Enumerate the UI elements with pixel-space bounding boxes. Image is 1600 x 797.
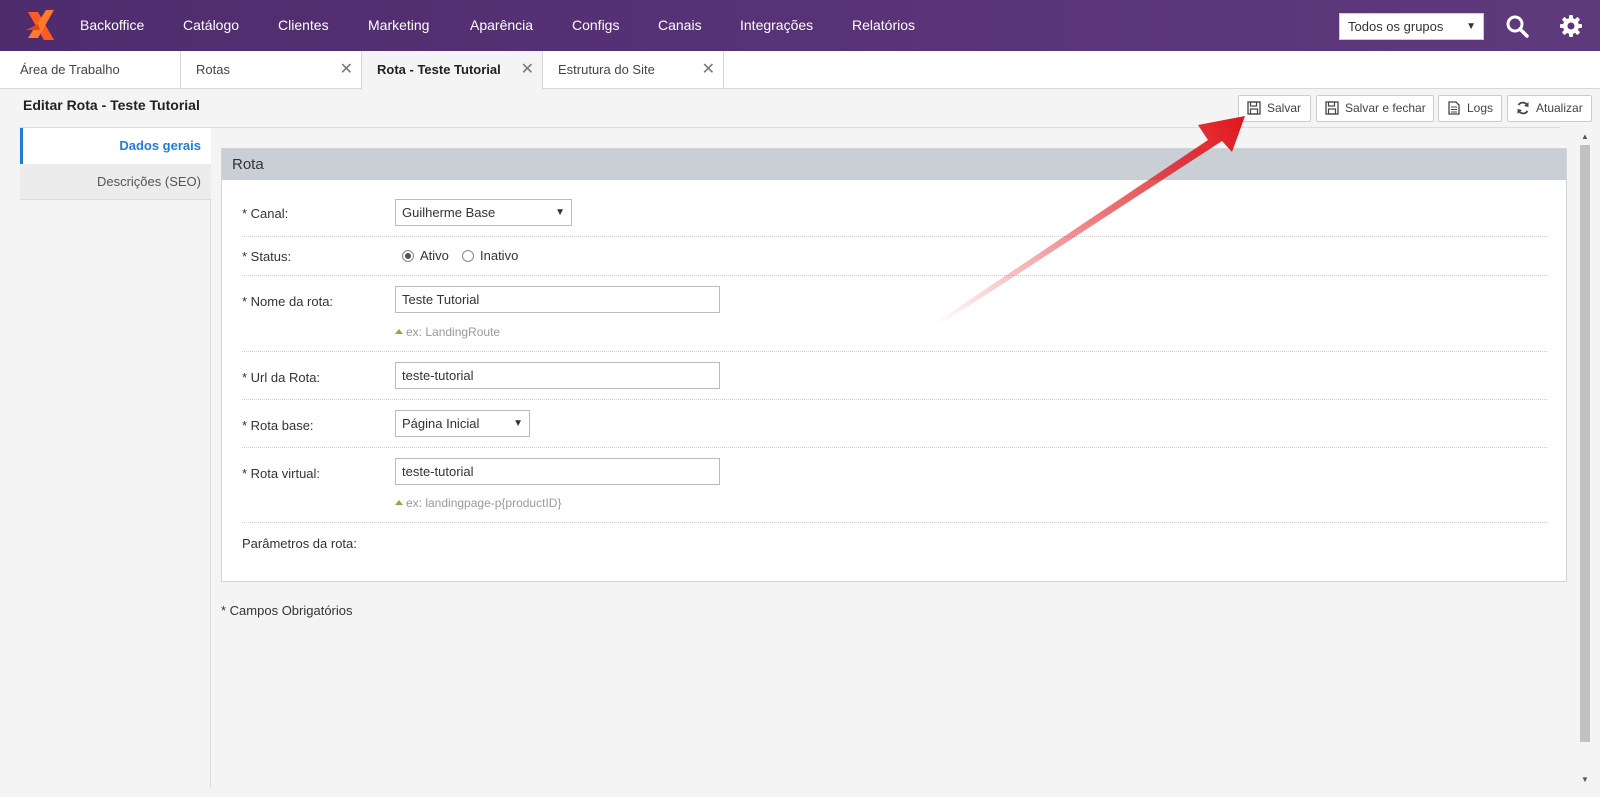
- nome-da-rota-input[interactable]: Teste Tutorial: [395, 286, 720, 313]
- nav-aparencia[interactable]: Aparência: [470, 0, 533, 51]
- nav-canais[interactable]: Canais: [658, 0, 702, 51]
- tab-label: Rota - Teste Tutorial: [377, 62, 501, 77]
- save-and-close-label: Salvar e fechar: [1345, 101, 1426, 115]
- canal-label: * Canal:: [242, 206, 289, 221]
- nome-hint-text: ex: LandingRoute: [406, 325, 501, 339]
- canal-select[interactable]: Guilherme Base ▼: [395, 199, 572, 226]
- tab-rota-teste-tutorial[interactable]: Rota - Teste Tutorial ✕: [361, 51, 543, 90]
- vertical-scrollbar[interactable]: ▲ ▼: [1579, 131, 1591, 786]
- row-divider: [242, 399, 1547, 400]
- header-divider: [20, 127, 1560, 128]
- logo-icon[interactable]: [24, 8, 58, 42]
- hint-caret-icon: [395, 500, 403, 505]
- row-divider: [242, 236, 1547, 237]
- rota-virtual-label: * Rota virtual:: [242, 466, 321, 481]
- nome-hint: ex: LandingRoute: [395, 325, 500, 339]
- floppy-icon: [1325, 101, 1339, 115]
- row-divider: [242, 351, 1547, 352]
- virtual-hint-text: ex: landingpage-p{productID}: [406, 496, 562, 510]
- save-and-close-button[interactable]: Salvar e fechar: [1316, 95, 1434, 122]
- save-button[interactable]: Salvar: [1238, 95, 1311, 122]
- tab-area-de-trabalho[interactable]: Área de Trabalho: [0, 51, 181, 89]
- tab-rotas[interactable]: Rotas ✕: [181, 51, 362, 89]
- close-icon[interactable]: ✕: [340, 51, 353, 88]
- row-divider: [242, 447, 1547, 448]
- page-title: Editar Rota - Teste Tutorial: [23, 97, 200, 113]
- sidenav-item-descricoes-seo[interactable]: Descrições (SEO): [20, 164, 211, 200]
- sidenav-item-dados-gerais[interactable]: Dados gerais: [20, 128, 211, 164]
- status-option-ativo: Ativo: [420, 248, 449, 263]
- canal-select-value: Guilherme Base: [402, 205, 496, 220]
- floppy-icon: [1247, 101, 1261, 115]
- required-fields-note: * Campos Obrigatórios: [221, 603, 353, 618]
- row-divider: [242, 522, 1547, 523]
- nav-configs[interactable]: Configs: [572, 0, 619, 51]
- url-label: * Url da Rota:: [242, 370, 321, 385]
- rota-virtual-input[interactable]: teste-tutorial: [395, 458, 720, 485]
- scroll-thumb[interactable]: [1580, 145, 1590, 742]
- search-icon[interactable]: [1505, 14, 1529, 38]
- status-radio-inativo[interactable]: Inativo: [462, 248, 518, 263]
- route-form-panel: Rota * Canal: Guilherme Base ▼ * Status:…: [221, 148, 1567, 582]
- nav-marketing[interactable]: Marketing: [368, 0, 429, 51]
- tab-estrutura-do-site[interactable]: Estrutura do Site ✕: [543, 51, 724, 89]
- chevron-down-icon: ▼: [513, 418, 523, 429]
- virtual-hint: ex: landingpage-p{productID}: [395, 496, 561, 510]
- hint-caret-icon: [395, 329, 403, 334]
- radio-checked-icon: [402, 249, 414, 262]
- status-option-inativo: Inativo: [480, 248, 519, 263]
- logs-button[interactable]: Logs: [1438, 95, 1502, 122]
- refresh-label: Atualizar: [1536, 101, 1583, 115]
- refresh-button[interactable]: Atualizar: [1507, 95, 1592, 122]
- gear-icon[interactable]: [1559, 14, 1583, 38]
- document-icon: [1448, 101, 1460, 115]
- top-navbar: Backoffice Catálogo Clientes Marketing A…: [0, 0, 1600, 51]
- tab-label: Rotas: [196, 62, 230, 77]
- row-divider: [242, 275, 1547, 276]
- scroll-up-icon[interactable]: ▲: [1579, 131, 1591, 143]
- nav-catalogo[interactable]: Catálogo: [183, 0, 239, 51]
- scroll-down-icon[interactable]: ▼: [1579, 774, 1591, 786]
- tab-label: Estrutura do Site: [558, 62, 655, 77]
- group-select-value: Todos os grupos: [1348, 19, 1444, 34]
- tab-label: Área de Trabalho: [20, 62, 120, 77]
- parametros-label: Parâmetros da rota:: [242, 536, 357, 551]
- rota-base-select-value: Página Inicial: [402, 416, 480, 431]
- logs-label: Logs: [1467, 101, 1494, 115]
- chevron-down-icon: ▼: [555, 207, 565, 218]
- panel-title: Rota: [222, 149, 1566, 180]
- group-select[interactable]: Todos os grupos ▼: [1339, 13, 1484, 40]
- save-label: Salvar: [1267, 101, 1302, 115]
- status-label: * Status:: [242, 249, 292, 264]
- close-icon[interactable]: ✕: [521, 51, 534, 88]
- close-icon[interactable]: ✕: [702, 51, 715, 88]
- chevron-down-icon: ▼: [1466, 21, 1476, 32]
- nav-clientes[interactable]: Clientes: [278, 0, 329, 51]
- nav-backoffice[interactable]: Backoffice: [80, 0, 144, 51]
- url-da-rota-input[interactable]: teste-tutorial: [395, 362, 720, 389]
- nav-integracoes[interactable]: Integrações: [740, 0, 813, 51]
- nome-label: * Nome da rota:: [242, 294, 334, 309]
- tab-bar: Área de Trabalho Rotas ✕ Rota - Teste Tu…: [0, 51, 1600, 90]
- nav-relatorios[interactable]: Relatórios: [852, 0, 915, 51]
- status-radio-ativo[interactable]: Ativo: [402, 248, 449, 263]
- rota-base-label: * Rota base:: [242, 418, 314, 433]
- section-sidenav: Dados gerais Descrições (SEO): [20, 128, 211, 788]
- refresh-icon: [1517, 101, 1529, 115]
- radio-unchecked-icon: [462, 249, 474, 262]
- rota-base-select[interactable]: Página Inicial ▼: [395, 410, 530, 437]
